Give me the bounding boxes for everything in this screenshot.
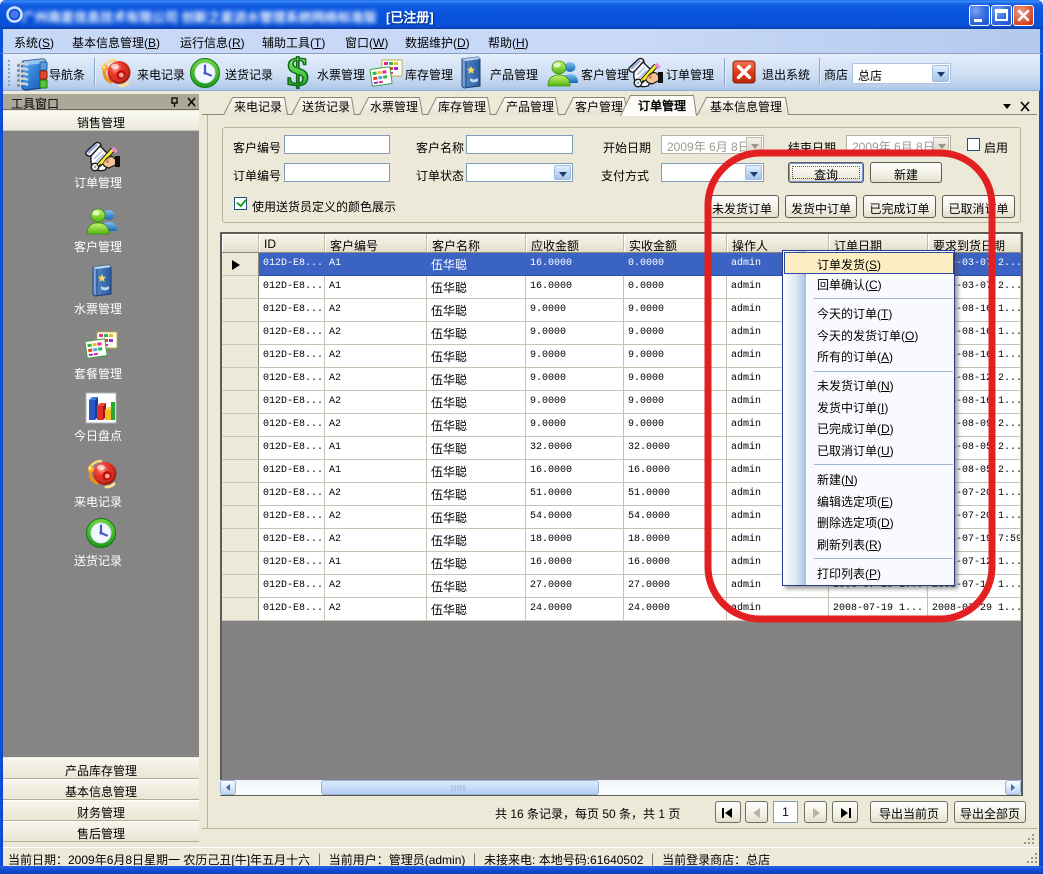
svg-text:产品管理: 产品管理 [506, 99, 554, 114]
svg-text:送货记录: 送货记录 [302, 99, 350, 114]
svg-text:订单管理: 订单管理 [638, 98, 686, 113]
svg-text:基本信息管理: 基本信息管理 [710, 99, 782, 114]
svg-text:水票管理: 水票管理 [370, 99, 418, 114]
svg-text:库存管理: 库存管理 [438, 99, 486, 114]
svg-text:客户管理: 客户管理 [575, 99, 623, 114]
svg-text:来电记录: 来电记录 [234, 100, 282, 114]
